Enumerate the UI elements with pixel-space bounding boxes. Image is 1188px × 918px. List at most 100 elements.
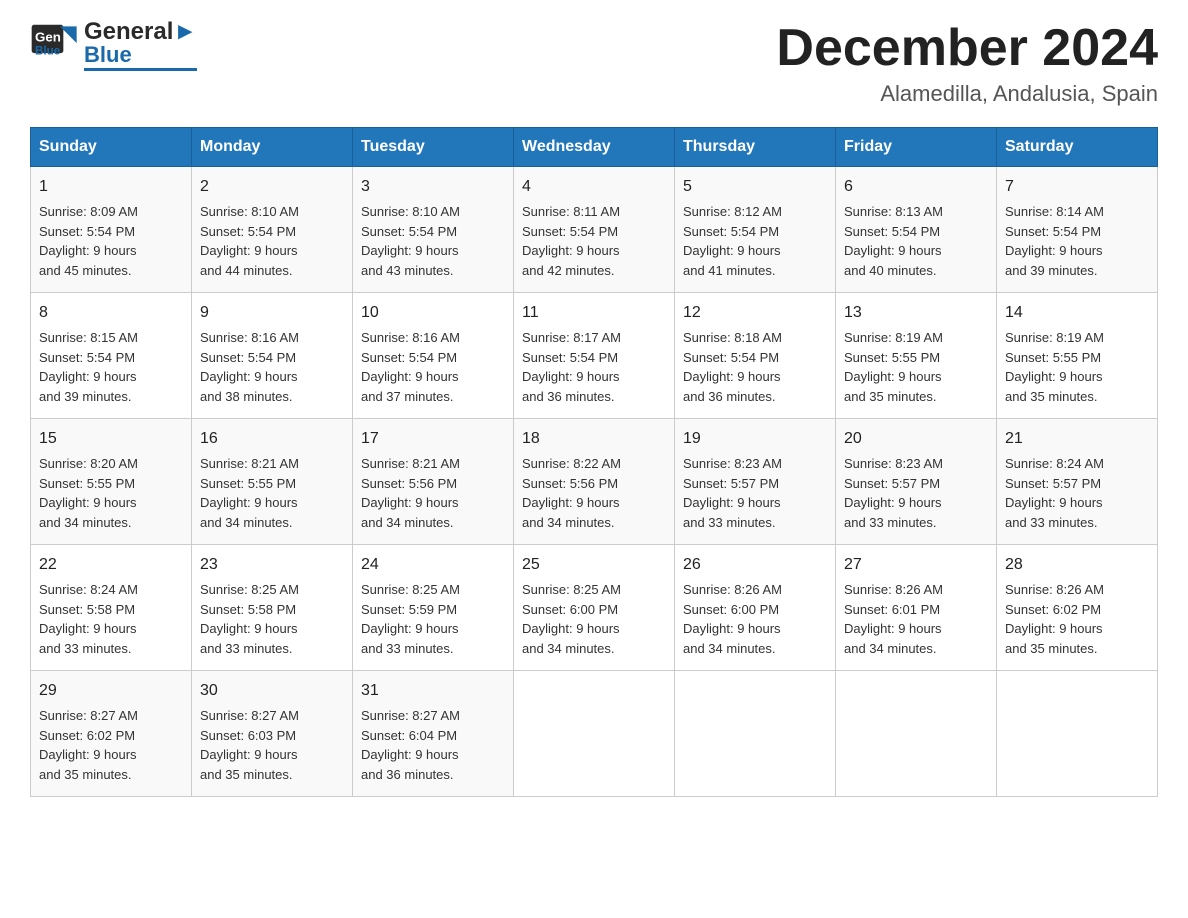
calendar-cell: 2Sunrise: 8:10 AMSunset: 5:54 PMDaylight… bbox=[192, 167, 353, 293]
day-number: 8 bbox=[39, 301, 183, 325]
day-info: Sunrise: 8:15 AMSunset: 5:54 PMDaylight:… bbox=[39, 330, 138, 404]
calendar-cell: 10 Sunrise: 8:16 AMSunset: 5:54 PMDayligh… bbox=[353, 293, 514, 419]
calendar-cell: 23 Sunrise: 8:25 AMSunset: 5:58 PMDayligh… bbox=[192, 545, 353, 671]
day-number: 7 bbox=[1005, 175, 1149, 199]
day-number: 25 bbox=[522, 553, 666, 577]
day-info: Sunrise: 8:26 AMSunset: 6:02 PMDaylight:… bbox=[1005, 582, 1104, 656]
calendar-cell: 22 Sunrise: 8:24 AMSunset: 5:58 PMDayligh… bbox=[31, 545, 192, 671]
day-number: 1 bbox=[39, 175, 183, 199]
calendar-cell bbox=[514, 671, 675, 797]
day-info: Sunrise: 8:19 AMSunset: 5:55 PMDaylight:… bbox=[1005, 330, 1104, 404]
page-header: Gen Blue General► Blue December 2024 Ala… bbox=[30, 20, 1158, 107]
calendar-cell: 5Sunrise: 8:12 AMSunset: 5:54 PMDaylight… bbox=[675, 167, 836, 293]
day-info: Sunrise: 8:16 AMSunset: 5:54 PMDaylight:… bbox=[361, 330, 460, 404]
calendar-cell: 27 Sunrise: 8:26 AMSunset: 6:01 PMDayligh… bbox=[836, 545, 997, 671]
day-info: Sunrise: 8:26 AMSunset: 6:01 PMDaylight:… bbox=[844, 582, 943, 656]
day-info: Sunrise: 8:13 AMSunset: 5:54 PMDaylight:… bbox=[844, 204, 943, 278]
logo-text: General► Blue bbox=[84, 20, 197, 71]
calendar-cell: 11 Sunrise: 8:17 AMSunset: 5:54 PMDayligh… bbox=[514, 293, 675, 419]
calendar-cell: 13 Sunrise: 8:19 AMSunset: 5:55 PMDayligh… bbox=[836, 293, 997, 419]
day-info: Sunrise: 8:23 AMSunset: 5:57 PMDaylight:… bbox=[683, 456, 782, 530]
day-info: Sunrise: 8:17 AMSunset: 5:54 PMDaylight:… bbox=[522, 330, 621, 404]
day-number: 5 bbox=[683, 175, 827, 199]
calendar-cell: 24Sunrise: 8:25 AMSunset: 5:59 PMDayligh… bbox=[353, 545, 514, 671]
calendar-cell: 15 Sunrise: 8:20 AMSunset: 5:55 PMDayligh… bbox=[31, 419, 192, 545]
day-info: Sunrise: 8:24 AMSunset: 5:58 PMDaylight:… bbox=[39, 582, 138, 656]
day-number: 24 bbox=[361, 553, 505, 577]
logo: Gen Blue General► Blue bbox=[30, 20, 197, 71]
header-thursday: Thursday bbox=[675, 128, 836, 167]
calendar-cell: 8 Sunrise: 8:15 AMSunset: 5:54 PMDaylight… bbox=[31, 293, 192, 419]
day-number: 26 bbox=[683, 553, 827, 577]
calendar-cell: 18 Sunrise: 8:22 AMSunset: 5:56 PMDayligh… bbox=[514, 419, 675, 545]
week-row-4: 22 Sunrise: 8:24 AMSunset: 5:58 PMDayligh… bbox=[31, 545, 1158, 671]
day-info: Sunrise: 8:24 AMSunset: 5:57 PMDaylight:… bbox=[1005, 456, 1104, 530]
calendar-cell: 21 Sunrise: 8:24 AMSunset: 5:57 PMDayligh… bbox=[997, 419, 1158, 545]
day-info: Sunrise: 8:09 AMSunset: 5:54 PMDaylight:… bbox=[39, 204, 138, 278]
calendar-cell: 28 Sunrise: 8:26 AMSunset: 6:02 PMDayligh… bbox=[997, 545, 1158, 671]
week-row-1: 1 Sunrise: 8:09 AMSunset: 5:54 PMDaylight… bbox=[31, 167, 1158, 293]
day-number: 14 bbox=[1005, 301, 1149, 325]
day-number: 12 bbox=[683, 301, 827, 325]
day-number: 11 bbox=[522, 301, 666, 325]
svg-text:Gen: Gen bbox=[35, 29, 61, 44]
day-info: Sunrise: 8:23 AMSunset: 5:57 PMDaylight:… bbox=[844, 456, 943, 530]
calendar-cell: 19 Sunrise: 8:23 AMSunset: 5:57 PMDayligh… bbox=[675, 419, 836, 545]
day-number: 3 bbox=[361, 175, 505, 199]
day-info: Sunrise: 8:25 AMSunset: 6:00 PMDaylight:… bbox=[522, 582, 621, 656]
calendar-cell: 3Sunrise: 8:10 AMSunset: 5:54 PMDaylight… bbox=[353, 167, 514, 293]
calendar-cell: 31Sunrise: 8:27 AMSunset: 6:04 PMDayligh… bbox=[353, 671, 514, 797]
week-row-2: 8 Sunrise: 8:15 AMSunset: 5:54 PMDaylight… bbox=[31, 293, 1158, 419]
calendar-cell: 30Sunrise: 8:27 AMSunset: 6:03 PMDayligh… bbox=[192, 671, 353, 797]
day-info: Sunrise: 8:22 AMSunset: 5:56 PMDaylight:… bbox=[522, 456, 621, 530]
header-sunday: Sunday bbox=[31, 128, 192, 167]
calendar-cell: 1 Sunrise: 8:09 AMSunset: 5:54 PMDaylight… bbox=[31, 167, 192, 293]
day-number: 15 bbox=[39, 427, 183, 451]
day-number: 27 bbox=[844, 553, 988, 577]
day-info: Sunrise: 8:18 AMSunset: 5:54 PMDaylight:… bbox=[683, 330, 782, 404]
calendar-cell bbox=[836, 671, 997, 797]
calendar-cell: 25 Sunrise: 8:25 AMSunset: 6:00 PMDayligh… bbox=[514, 545, 675, 671]
day-number: 10 bbox=[361, 301, 505, 325]
day-info: Sunrise: 8:26 AMSunset: 6:00 PMDaylight:… bbox=[683, 582, 782, 656]
calendar-cell bbox=[997, 671, 1158, 797]
day-info: Sunrise: 8:20 AMSunset: 5:55 PMDaylight:… bbox=[39, 456, 138, 530]
day-number: 23 bbox=[200, 553, 344, 577]
calendar-cell: 4 Sunrise: 8:11 AMSunset: 5:54 PMDaylight… bbox=[514, 167, 675, 293]
day-number: 22 bbox=[39, 553, 183, 577]
day-info: Sunrise: 8:27 AMSunset: 6:02 PMDaylight:… bbox=[39, 708, 138, 782]
calendar-title: December 2024 bbox=[776, 20, 1158, 77]
day-info: Sunrise: 8:25 AMSunset: 5:58 PMDaylight:… bbox=[200, 582, 299, 656]
header-wednesday: Wednesday bbox=[514, 128, 675, 167]
calendar-cell: 16Sunrise: 8:21 AMSunset: 5:55 PMDayligh… bbox=[192, 419, 353, 545]
day-number: 16 bbox=[200, 427, 344, 451]
day-number: 21 bbox=[1005, 427, 1149, 451]
day-info: Sunrise: 8:21 AMSunset: 5:56 PMDaylight:… bbox=[361, 456, 460, 530]
calendar-cell: 7 Sunrise: 8:14 AMSunset: 5:54 PMDaylight… bbox=[997, 167, 1158, 293]
calendar-cell: 14 Sunrise: 8:19 AMSunset: 5:55 PMDayligh… bbox=[997, 293, 1158, 419]
header-saturday: Saturday bbox=[997, 128, 1158, 167]
day-number: 20 bbox=[844, 427, 988, 451]
calendar-cell: 6 Sunrise: 8:13 AMSunset: 5:54 PMDaylight… bbox=[836, 167, 997, 293]
title-area: December 2024 Alamedilla, Andalusia, Spa… bbox=[776, 20, 1158, 107]
day-number: 28 bbox=[1005, 553, 1149, 577]
header-friday: Friday bbox=[836, 128, 997, 167]
day-info: Sunrise: 8:19 AMSunset: 5:55 PMDaylight:… bbox=[844, 330, 943, 404]
day-number: 2 bbox=[200, 175, 344, 199]
day-info: Sunrise: 8:16 AMSunset: 5:54 PMDaylight:… bbox=[200, 330, 299, 404]
day-number: 13 bbox=[844, 301, 988, 325]
calendar-cell: 12 Sunrise: 8:18 AMSunset: 5:54 PMDayligh… bbox=[675, 293, 836, 419]
day-number: 19 bbox=[683, 427, 827, 451]
day-info: Sunrise: 8:14 AMSunset: 5:54 PMDaylight:… bbox=[1005, 204, 1104, 278]
day-number: 18 bbox=[522, 427, 666, 451]
svg-text:Blue: Blue bbox=[35, 44, 61, 57]
day-number: 9 bbox=[200, 301, 344, 325]
day-number: 31 bbox=[361, 679, 505, 703]
day-number: 29 bbox=[39, 679, 183, 703]
day-info: Sunrise: 8:11 AMSunset: 5:54 PMDaylight:… bbox=[522, 204, 620, 278]
day-number: 4 bbox=[522, 175, 666, 199]
day-number: 6 bbox=[844, 175, 988, 199]
calendar-cell: 17Sunrise: 8:21 AMSunset: 5:56 PMDayligh… bbox=[353, 419, 514, 545]
day-info: Sunrise: 8:27 AMSunset: 6:03 PMDaylight:… bbox=[200, 708, 299, 782]
header-tuesday: Tuesday bbox=[353, 128, 514, 167]
